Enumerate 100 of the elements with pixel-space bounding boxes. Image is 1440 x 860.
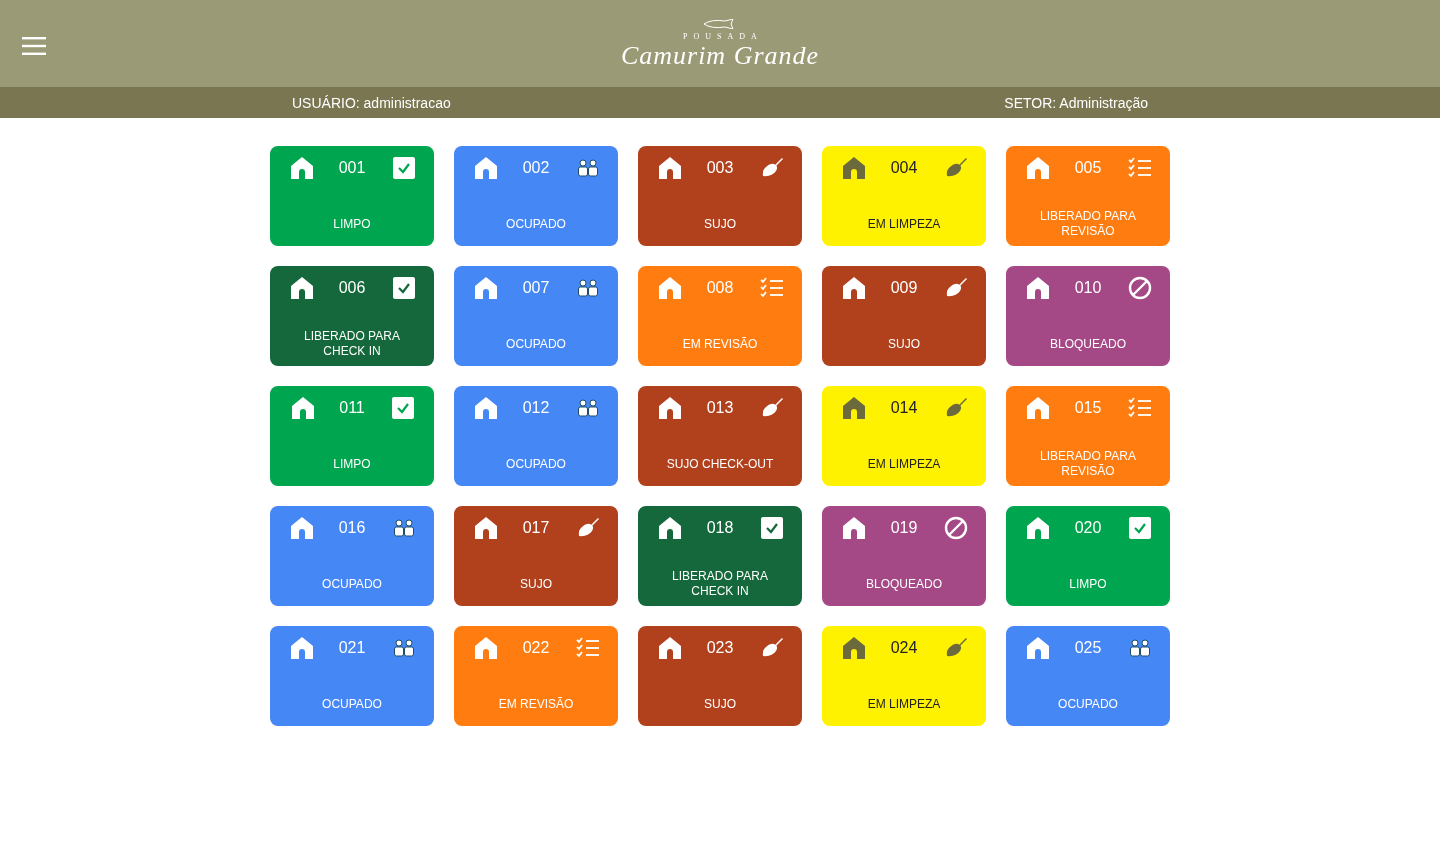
room-card[interactable]: 018 LIBERADO PARA CHECK IN (638, 506, 802, 606)
room-card[interactable]: 003 SUJO (638, 146, 802, 246)
house-icon (1026, 396, 1051, 420)
room-status: EM LIMPEZA (866, 215, 942, 233)
checklist-icon (1127, 157, 1152, 179)
house-icon (290, 396, 315, 420)
house-icon (842, 636, 867, 660)
room-number: 024 (889, 639, 919, 657)
checklist-icon (759, 277, 784, 299)
room-card[interactable]: 015 LIBERADO PARA REVISÃO (1006, 386, 1170, 486)
room-card[interactable]: 012 OCUPADO (454, 386, 618, 486)
room-card[interactable]: 002 OCUPADO (454, 146, 618, 246)
house-icon (1026, 516, 1051, 540)
room-status: LIBERADO PARA CHECK IN (303, 328, 401, 360)
room-number: 022 (521, 639, 551, 657)
room-status: OCUPADO (505, 335, 567, 353)
room-status: LIBERADO PARA REVISÃO (1039, 208, 1137, 240)
room-number: 016 (337, 519, 367, 537)
room-card[interactable]: 005 LIBERADO PARA REVISÃO (1006, 146, 1170, 246)
room-card[interactable]: 008 EM REVISÃO (638, 266, 802, 366)
room-number: 004 (889, 159, 919, 177)
house-icon (842, 396, 867, 420)
checklist-icon (1127, 397, 1152, 419)
house-icon (474, 156, 499, 180)
room-status: SUJO (703, 215, 737, 233)
blocked-icon (943, 516, 968, 540)
blocked-icon (1127, 276, 1152, 300)
room-status: EM REVISÃO (497, 695, 575, 713)
checkbox-icon (392, 157, 415, 179)
room-card[interactable]: 024 EM LIMPEZA (822, 626, 986, 726)
room-card[interactable]: 019 BLOQUEADO (822, 506, 986, 606)
house-icon (658, 276, 683, 300)
house-icon (1026, 636, 1051, 660)
house-icon (658, 516, 683, 540)
people-icon (576, 399, 599, 417)
menu-icon[interactable] (22, 36, 46, 56)
room-card[interactable]: 001 LIMPO (270, 146, 434, 246)
people-icon (1128, 639, 1151, 657)
room-status: SUJO CHECK-OUT (665, 455, 775, 473)
room-card[interactable]: 020 LIMPO (1006, 506, 1170, 606)
room-status: OCUPADO (505, 215, 567, 233)
room-status: SUJO (519, 575, 553, 593)
checklist-icon (575, 637, 600, 659)
room-status: EM REVISÃO (681, 335, 759, 353)
room-status: LIBERADO PARA CHECK IN (671, 568, 769, 600)
house-icon (1026, 276, 1051, 300)
house-icon (658, 156, 683, 180)
room-card[interactable]: 011 LIMPO (270, 386, 434, 486)
room-number: 014 (889, 399, 919, 417)
room-number: 005 (1073, 159, 1103, 177)
room-status: LIMPO (332, 455, 372, 473)
house-icon (842, 156, 867, 180)
people-icon (392, 519, 415, 537)
room-number: 013 (705, 399, 735, 417)
people-icon (576, 159, 599, 177)
room-number: 012 (521, 399, 551, 417)
room-status: LIMPO (1068, 575, 1108, 593)
room-number: 020 (1073, 519, 1103, 537)
room-status: LIMPO (332, 215, 372, 233)
room-card[interactable]: 021 OCUPADO (270, 626, 434, 726)
checkbox-icon (392, 277, 415, 299)
people-icon (576, 279, 599, 297)
user-label: USUÁRIO: administracao (292, 94, 451, 111)
room-number: 011 (338, 399, 366, 417)
room-number: 015 (1073, 399, 1103, 417)
room-card[interactable]: 023 SUJO (638, 626, 802, 726)
house-icon (658, 636, 683, 660)
house-icon (290, 156, 315, 180)
room-card[interactable]: 004 EM LIMPEZA (822, 146, 986, 246)
room-card[interactable]: 017 SUJO (454, 506, 618, 606)
house-icon (290, 636, 315, 660)
room-status: BLOQUEADO (1049, 335, 1127, 353)
room-status: EM LIMPEZA (866, 455, 942, 473)
room-number: 010 (1073, 279, 1103, 297)
house-icon (842, 276, 867, 300)
logo-title: Camurim Grande (620, 40, 820, 71)
house-icon (290, 516, 315, 540)
house-icon (290, 276, 315, 300)
room-card[interactable]: 025 OCUPADO (1006, 626, 1170, 726)
room-card[interactable]: 009 SUJO (822, 266, 986, 366)
room-number: 018 (705, 519, 735, 537)
room-card[interactable]: 013 SUJO CHECK-OUT (638, 386, 802, 486)
house-icon (474, 396, 499, 420)
room-number: 001 (337, 159, 367, 177)
room-card[interactable]: 007 OCUPADO (454, 266, 618, 366)
room-status: SUJO (887, 335, 921, 353)
house-icon (1026, 156, 1051, 180)
room-card[interactable]: 022 EM REVISÃO (454, 626, 618, 726)
room-number: 025 (1073, 639, 1103, 657)
room-card[interactable]: 010 BLOQUEADO (1006, 266, 1170, 366)
checkbox-icon (1128, 517, 1151, 539)
room-number: 021 (337, 639, 367, 657)
room-card[interactable]: 006 LIBERADO PARA CHECK IN (270, 266, 434, 366)
room-status: OCUPADO (321, 575, 383, 593)
room-number: 019 (889, 519, 919, 537)
house-icon (474, 516, 499, 540)
room-status: SUJO (703, 695, 737, 713)
room-card[interactable]: 014 EM LIMPEZA (822, 386, 986, 486)
room-number: 003 (705, 159, 735, 177)
room-card[interactable]: 016 OCUPADO (270, 506, 434, 606)
